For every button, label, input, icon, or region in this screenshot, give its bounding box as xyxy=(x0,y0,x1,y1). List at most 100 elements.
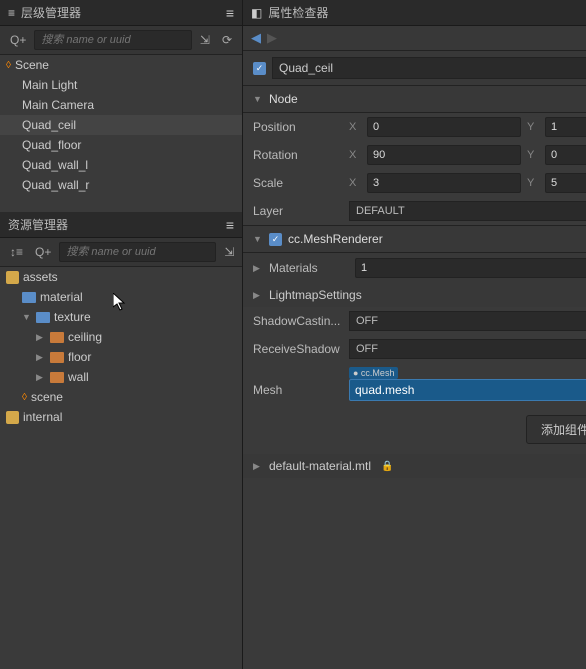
axis-y-label: Y xyxy=(527,149,539,161)
axis-x-label: X xyxy=(349,149,361,161)
expand-arrow-icon[interactable] xyxy=(36,372,46,383)
hierarchy-menu-icon[interactable]: ≡ xyxy=(226,5,234,21)
nav-forward-icon[interactable]: ▶ xyxy=(267,30,277,46)
folder-label: ceiling xyxy=(68,330,102,344)
folder-icon xyxy=(50,372,64,383)
folder-label: material xyxy=(40,290,83,304)
collapse-all-icon[interactable]: ⇲ xyxy=(196,31,214,49)
expand-arrow-icon xyxy=(253,263,263,274)
refresh-icon[interactable]: ⟳ xyxy=(218,31,236,49)
rotation-label: Rotation xyxy=(253,148,343,162)
scale-y-input[interactable] xyxy=(545,173,586,193)
node-enabled-checkbox[interactable]: ✓ xyxy=(253,62,266,75)
materials-label: Materials xyxy=(269,261,349,275)
folder-label: floor xyxy=(68,350,91,364)
hierarchy-search-input[interactable] xyxy=(34,30,192,50)
meshrenderer-header[interactable]: ✓ cc.MeshRenderer 📖 ⚙ xyxy=(243,225,586,253)
add-asset-icon[interactable]: Q+ xyxy=(31,243,55,261)
assets-collapse-icon[interactable]: ⇲ xyxy=(220,243,238,261)
hierarchy-item[interactable]: Main Light xyxy=(0,75,242,95)
folder-material[interactable]: material xyxy=(0,287,242,307)
meshrenderer-title: cc.MeshRenderer xyxy=(288,232,586,246)
mesh-asset-input[interactable] xyxy=(349,379,586,401)
folder-icon xyxy=(50,332,64,343)
inspector-icon: ◧ xyxy=(251,6,262,20)
section-arrow-icon xyxy=(253,234,263,244)
hierarchy-item-label: Quad_ceil xyxy=(22,118,76,132)
scale-x-input[interactable] xyxy=(367,173,521,193)
position-y-input[interactable] xyxy=(545,117,586,137)
receiveshadow-value: OFF xyxy=(356,343,378,355)
folder-texture[interactable]: texture xyxy=(0,307,242,327)
receiveshadow-row: ReceiveShadow OFF ▼ xyxy=(243,335,586,363)
hierarchy-item[interactable]: Main Camera xyxy=(0,95,242,115)
shadowcasting-row: ShadowCastin... OFF ▼ xyxy=(243,307,586,335)
layer-select[interactable]: DEFAULT ▼ xyxy=(349,201,586,221)
expand-arrow-icon[interactable] xyxy=(22,312,32,322)
default-material-row[interactable]: default-material.mtl 🔒 xyxy=(243,454,586,478)
axis-x-label: X xyxy=(349,121,361,133)
node-section-header[interactable]: Node 📖 ⚙ xyxy=(243,85,586,113)
rotation-row: Rotation X Y Z xyxy=(243,141,586,169)
add-node-icon[interactable]: Q+ xyxy=(6,31,30,49)
receiveshadow-label: ReceiveShadow xyxy=(253,342,343,356)
position-x-input[interactable] xyxy=(367,117,521,137)
rotation-x-input[interactable] xyxy=(367,145,521,165)
folder-ceiling[interactable]: ceiling xyxy=(0,327,242,347)
node-section-title: Node xyxy=(269,92,586,106)
inspector-nav: ◀ ▶ 🔓 xyxy=(243,26,586,51)
assets-root[interactable]: assets xyxy=(0,267,242,287)
scale-label: Scale xyxy=(253,176,343,190)
node-name-input[interactable] xyxy=(272,57,586,79)
hierarchy-item[interactable]: Quad_wall_l xyxy=(0,155,242,175)
nav-back-icon[interactable]: ◀ xyxy=(251,30,261,46)
asset-scene[interactable]: ◊ scene xyxy=(0,387,242,407)
folder-label: texture xyxy=(54,310,91,324)
axis-y-label: Y xyxy=(527,121,539,133)
assets-search-input[interactable] xyxy=(59,242,216,262)
expand-arrow-icon[interactable] xyxy=(36,352,46,363)
shadowcasting-value: OFF xyxy=(356,315,378,327)
hierarchy-item[interactable]: Quad_floor xyxy=(0,135,242,155)
hierarchy-item[interactable]: Quad_wall_r xyxy=(0,175,242,195)
expand-arrow-icon xyxy=(253,461,263,472)
position-label: Position xyxy=(253,120,343,134)
mesh-type-tag: ● cc.Mesh xyxy=(349,367,398,379)
asset-sort-icon[interactable]: ↕≡ xyxy=(6,243,27,261)
assets-title: 资源管理器 xyxy=(8,216,220,233)
folder-wall[interactable]: wall xyxy=(0,367,242,387)
internal-root[interactable]: internal xyxy=(0,407,242,427)
lightmap-header[interactable]: LightmapSettings xyxy=(243,283,586,307)
materials-row[interactable]: Materials xyxy=(243,253,586,283)
hierarchy-item-label: Main Camera xyxy=(22,98,94,112)
internal-label: internal xyxy=(23,410,62,424)
layer-row: Layer DEFAULT ▼ Edit xyxy=(243,197,586,225)
folder-icon xyxy=(22,292,36,303)
lightmap-title: LightmapSettings xyxy=(269,288,586,302)
inspector-title: 属性检查器 xyxy=(268,4,586,21)
folder-floor[interactable]: floor xyxy=(0,347,242,367)
node-name-row: ✓ xyxy=(243,51,586,85)
position-row: Position X Y Z xyxy=(243,113,586,141)
scale-row: Scale X Y Z xyxy=(243,169,586,197)
scene-icon: ◊ xyxy=(22,392,27,403)
layer-label: Layer xyxy=(253,204,343,218)
add-component-button[interactable]: 添加组件 xyxy=(526,415,586,444)
axis-y-label: Y xyxy=(527,177,539,189)
axis-x-label: X xyxy=(349,177,361,189)
folder-icon xyxy=(50,352,64,363)
materials-count-input[interactable] xyxy=(355,258,586,278)
shadowcasting-select[interactable]: OFF ▼ xyxy=(349,311,586,331)
db-icon xyxy=(6,271,19,284)
folder-icon xyxy=(36,312,50,323)
rotation-y-input[interactable] xyxy=(545,145,586,165)
receiveshadow-select[interactable]: OFF ▼ xyxy=(349,339,586,359)
layer-value: DEFAULT xyxy=(356,205,405,217)
lock-icon: 🔒 xyxy=(381,461,393,472)
assets-menu-icon[interactable]: ≡ xyxy=(226,217,234,233)
component-enabled-checkbox[interactable]: ✓ xyxy=(269,233,282,246)
expand-arrow-icon[interactable] xyxy=(36,332,46,343)
hierarchy-item[interactable]: Quad_ceil xyxy=(0,115,242,135)
hierarchy-item-label: Quad_wall_l xyxy=(22,158,88,172)
scene-root[interactable]: ◊ Scene xyxy=(0,55,242,75)
